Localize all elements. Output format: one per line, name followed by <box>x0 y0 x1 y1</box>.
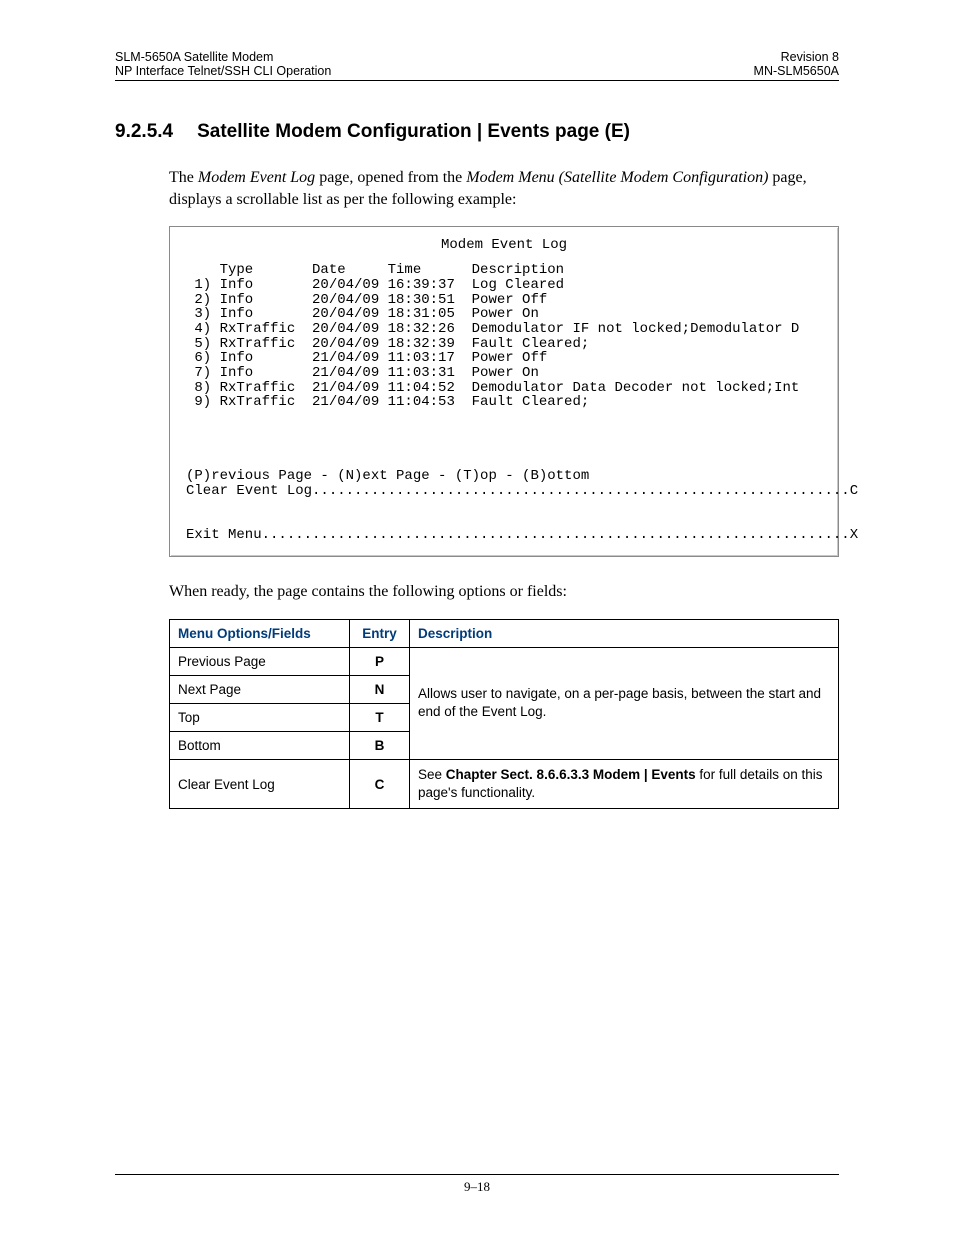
cell-entry: C <box>350 759 410 808</box>
table-row: Clear Event Log C See Chapter Sect. 8.6.… <box>170 759 839 808</box>
terminal-header-row: Type Date Time Description <box>186 262 564 278</box>
desc-bold: Chapter Sect. 8.6.6.3.3 Modem | Events <box>446 767 696 782</box>
cell-name: Clear Event Log <box>170 759 350 808</box>
header-left-l2: NP Interface Telnet/SSH CLI Operation <box>115 64 331 78</box>
cell-name: Previous Page <box>170 647 350 675</box>
section-number: 9.2.5.4 <box>115 121 173 142</box>
desc-pre: See <box>418 767 446 782</box>
table-header-row: Menu Options/Fields Entry Description <box>170 619 839 647</box>
page-footer: 9–18 <box>115 1174 839 1195</box>
cell-entry: N <box>350 675 410 703</box>
terminal-row: 6) Info 21/04/09 11:03:17 Power Off <box>186 350 547 366</box>
cell-name: Bottom <box>170 731 350 759</box>
terminal-row: 8) RxTraffic 21/04/09 11:04:52 Demodulat… <box>186 380 799 396</box>
intro-mid1: page, opened from the <box>315 169 466 186</box>
header-right-l1: Revision 8 <box>781 50 839 64</box>
terminal-clear-line: Clear Event Log.........................… <box>186 483 858 499</box>
options-table: Menu Options/Fields Entry Description Pr… <box>169 619 839 809</box>
header-left-l1: SLM-5650A Satellite Modem <box>115 50 273 64</box>
intro-ital1: Modem Event Log <box>198 169 315 186</box>
after-terminal-text: When ready, the page contains the follow… <box>169 581 839 603</box>
header-right-l2: MN-SLM5650A <box>754 64 839 78</box>
intro-paragraph: The Modem Event Log page, opened from th… <box>169 167 839 210</box>
page-header: SLM-5650A Satellite Modem NP Interface T… <box>115 50 839 81</box>
terminal-row: 2) Info 20/04/09 18:30:51 Power Off <box>186 292 547 308</box>
cell-name: Next Page <box>170 675 350 703</box>
cell-entry: B <box>350 731 410 759</box>
cell-desc-clear: See Chapter Sect. 8.6.6.3.3 Modem | Even… <box>410 759 839 808</box>
terminal-screenshot: Modem Event Log Type Date Time Descripti… <box>169 226 839 557</box>
terminal-row: 7) Info 21/04/09 11:03:31 Power On <box>186 365 539 381</box>
terminal-row: 4) RxTraffic 20/04/09 18:32:26 Demodulat… <box>186 321 799 337</box>
terminal-nav-line: (P)revious Page - (N)ext Page - (T)op - … <box>186 468 589 484</box>
th-desc: Description <box>410 619 839 647</box>
cell-desc-nav: Allows user to navigate, on a per-page b… <box>410 647 839 759</box>
cell-name: Top <box>170 703 350 731</box>
document-page: SLM-5650A Satellite Modem NP Interface T… <box>0 0 954 1235</box>
terminal-title: Modem Event Log <box>186 237 822 253</box>
terminal-row: 9) RxTraffic 21/04/09 11:04:53 Fault Cle… <box>186 394 589 410</box>
section-title: Satellite Modem Configuration | Events p… <box>197 121 630 142</box>
table-row: Previous Page P Allows user to navigate,… <box>170 647 839 675</box>
th-entry: Entry <box>350 619 410 647</box>
terminal-row: 1) Info 20/04/09 16:39:37 Log Cleared <box>186 277 564 293</box>
terminal-row: 3) Info 20/04/09 18:31:05 Power On <box>186 306 539 322</box>
terminal-row: 5) RxTraffic 20/04/09 18:32:39 Fault Cle… <box>186 336 589 352</box>
header-right: Revision 8 MN-SLM5650A <box>754 50 839 78</box>
intro-pre: The <box>169 169 198 186</box>
terminal-exit-line: Exit Menu...............................… <box>186 527 858 543</box>
cell-entry: P <box>350 647 410 675</box>
header-left: SLM-5650A Satellite Modem NP Interface T… <box>115 50 331 78</box>
terminal-body: Type Date Time Description 1) Info 20/04… <box>186 263 822 542</box>
section-heading: 9.2.5.4 Satellite Modem Configuration | E… <box>115 121 839 143</box>
page-number: 9–18 <box>464 1179 490 1194</box>
cell-entry: T <box>350 703 410 731</box>
intro-ital2: Modem Menu (Satellite Modem Configuratio… <box>466 169 768 186</box>
th-name: Menu Options/Fields <box>170 619 350 647</box>
